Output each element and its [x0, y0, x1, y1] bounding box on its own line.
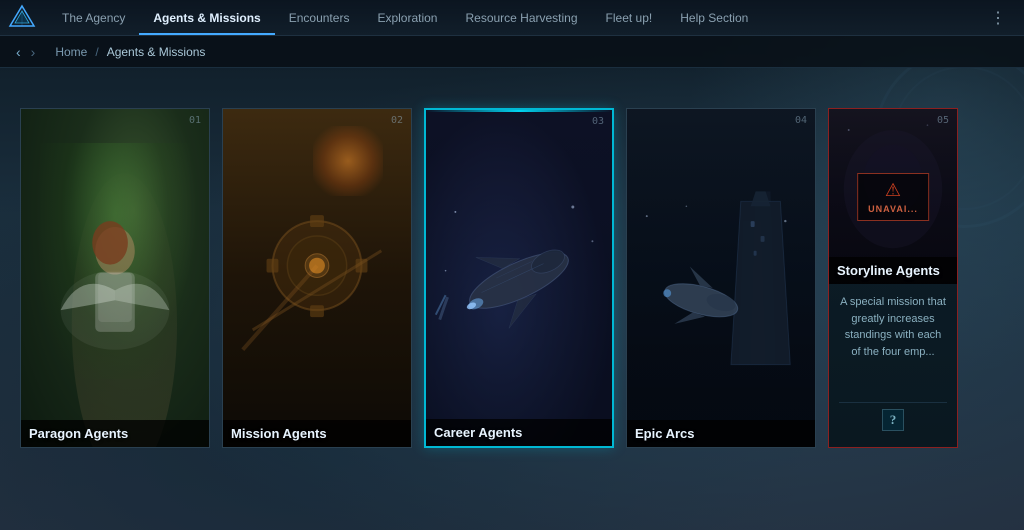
breadcrumb-home[interactable]: Home [55, 45, 87, 59]
card-title-bar-epic: Epic Arcs [627, 420, 815, 447]
breadcrumb-nav: ‹ › [12, 42, 39, 62]
breadcrumb-forward[interactable]: › [27, 42, 40, 62]
sidebar-item-encounters[interactable]: Encounters [275, 0, 364, 35]
breadcrumb-bar: ‹ › Home / Agents & Missions [0, 36, 1024, 68]
card-title-bar-mission: Mission Agents [223, 420, 411, 447]
sidebar-item-resource-harvesting[interactable]: Resource Harvesting [451, 0, 591, 35]
sidebar-item-the-agency[interactable]: The Agency [48, 0, 139, 35]
card-number-05: 05 [937, 115, 949, 126]
card-career-agents[interactable]: 03 [424, 108, 614, 448]
sidebar-item-exploration[interactable]: Exploration [363, 0, 451, 35]
card-title-bar-career: Career Agents [426, 419, 612, 446]
card-title-bar-paragon: Paragon Agents [21, 420, 209, 447]
card-image-career: Career Agents [426, 110, 612, 446]
card-title-epic: Epic Arcs [635, 426, 807, 441]
breadcrumb-back[interactable]: ‹ [12, 42, 25, 62]
nav-items: The Agency Agents & Missions Encounters … [48, 0, 980, 35]
card-storyline-agents[interactable]: 05 ⚠ UNAVAI... Storyline Agents [828, 108, 958, 448]
card-number-02: 02 [391, 115, 403, 126]
unavailable-overlay: ⚠ UNAVAI... [857, 173, 929, 221]
card-title-storyline: Storyline Agents [837, 263, 949, 278]
app-logo [8, 4, 36, 32]
card-body-epic: Prove your value to each of the major fa… [627, 447, 815, 448]
card-image-storyline: ⚠ UNAVAI... Storyline Agents [829, 109, 957, 284]
card-image-paragon: Paragon Agents [21, 109, 209, 447]
card-number-01: 01 [189, 115, 201, 126]
card-body-storyline: A special mission that greatly increases… [829, 284, 957, 447]
card-title-career: Career Agents [434, 425, 604, 440]
card-body-career: Take a specialized course in each of New… [426, 446, 612, 448]
card-number-03: 03 [592, 116, 604, 127]
card-number-04: 04 [795, 115, 807, 126]
card-title-mission: Mission Agents [231, 426, 403, 441]
card-body-paragon: Deliver requested items to unlock Parago… [21, 447, 209, 448]
card-footer-storyline: ? [839, 402, 947, 439]
card-help-button-storyline[interactable]: ? [882, 409, 904, 431]
card-paragon-agents[interactable]: 01 [20, 108, 210, 448]
card-epic-arcs[interactable]: 04 [626, 108, 816, 448]
breadcrumb-current: Agents & Missions [107, 45, 206, 59]
cards-container: 01 [20, 98, 1004, 510]
unavailable-warning-icon: ⚠ [885, 180, 901, 201]
sidebar-item-agents-missions[interactable]: Agents & Missions [139, 0, 274, 35]
sidebar-item-help-section[interactable]: Help Section [666, 0, 762, 35]
card-image-mission: Mission Agents [223, 109, 411, 447]
card-mission-agents[interactable]: 02 [222, 108, 412, 448]
navbar: The Agency Agents & Missions Encounters … [0, 0, 1024, 36]
breadcrumb-separator: / [95, 45, 98, 59]
sidebar-item-fleet-up[interactable]: Fleet up! [592, 0, 667, 35]
card-title-bar-storyline: Storyline Agents [829, 257, 957, 284]
unavailable-text: UNAVAI... [868, 204, 918, 214]
card-body-mission: Browse agents looking to hire in various… [223, 447, 411, 448]
main-content: 01 [0, 68, 1024, 530]
card-title-paragon: Paragon Agents [29, 426, 201, 441]
nav-more-button[interactable]: ⋮ [980, 8, 1016, 28]
card-description-storyline: A special mission that greatly increases… [839, 294, 947, 360]
card-image-epic: Epic Arcs [627, 109, 815, 447]
